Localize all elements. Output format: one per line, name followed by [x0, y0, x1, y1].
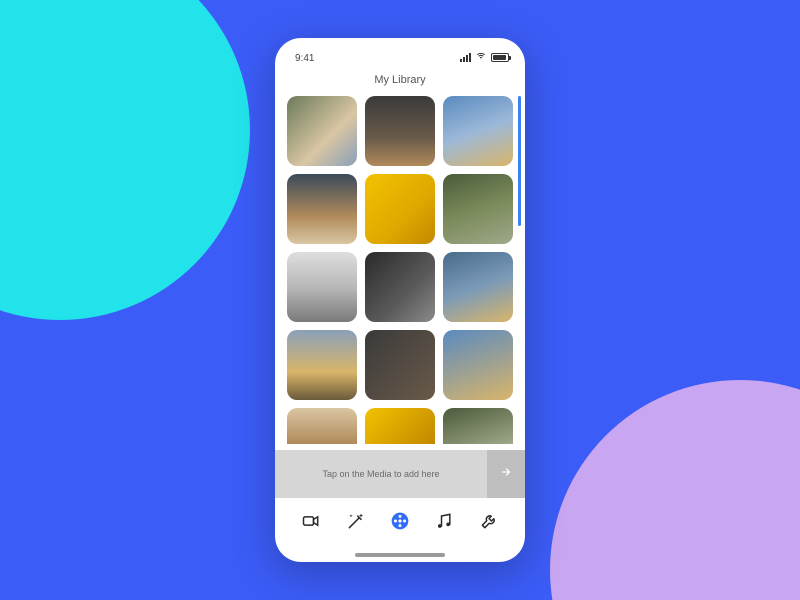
status-indicators [460, 51, 509, 64]
tab-effects[interactable] [343, 510, 369, 536]
music-note-icon [434, 511, 454, 536]
tab-music[interactable] [431, 510, 457, 536]
tab-tools[interactable] [476, 510, 502, 536]
wrench-icon [479, 511, 499, 536]
media-thumbnail[interactable] [287, 330, 357, 400]
media-thumbnail[interactable] [443, 252, 513, 322]
media-grid-overflow [287, 408, 513, 444]
scrollbar-thumb[interactable] [518, 96, 521, 226]
battery-icon [491, 53, 509, 62]
selection-tray: Tap on the Media to add here [275, 450, 525, 498]
tab-camera[interactable] [298, 510, 324, 536]
phone-frame: 9:41 My Library [275, 38, 525, 562]
media-thumbnail[interactable] [287, 408, 357, 444]
magic-wand-icon [346, 511, 366, 536]
media-grid [287, 96, 513, 400]
arrow-right-icon [500, 465, 512, 483]
tab-media[interactable] [387, 510, 413, 536]
media-thumbnail[interactable] [365, 330, 435, 400]
tray-hint: Tap on the Media to add here [275, 469, 487, 479]
media-thumbnail[interactable] [443, 96, 513, 166]
bottom-tab-bar [275, 498, 525, 548]
status-time: 9:41 [295, 53, 314, 64]
video-camera-icon [301, 511, 321, 536]
page-title: My Library [275, 66, 525, 96]
media-thumbnail[interactable] [287, 252, 357, 322]
media-thumbnail[interactable] [365, 96, 435, 166]
proceed-button[interactable] [487, 450, 525, 498]
home-indicator [275, 548, 525, 562]
media-thumbnail[interactable] [443, 174, 513, 244]
decor-circle-cyan [0, 0, 250, 320]
media-thumbnail[interactable] [287, 174, 357, 244]
canvas-background: 9:41 My Library [0, 0, 800, 600]
signal-icon [460, 53, 471, 62]
media-thumbnail[interactable] [365, 174, 435, 244]
status-bar: 9:41 [275, 38, 525, 66]
decor-circle-lilac [550, 380, 800, 600]
media-thumbnail[interactable] [287, 96, 357, 166]
media-thumbnail[interactable] [443, 408, 513, 444]
library-scroll-area[interactable] [275, 96, 525, 450]
wifi-icon [475, 51, 487, 64]
media-thumbnail[interactable] [365, 252, 435, 322]
media-thumbnail[interactable] [365, 408, 435, 444]
media-thumbnail[interactable] [443, 330, 513, 400]
film-reel-icon [390, 511, 410, 536]
